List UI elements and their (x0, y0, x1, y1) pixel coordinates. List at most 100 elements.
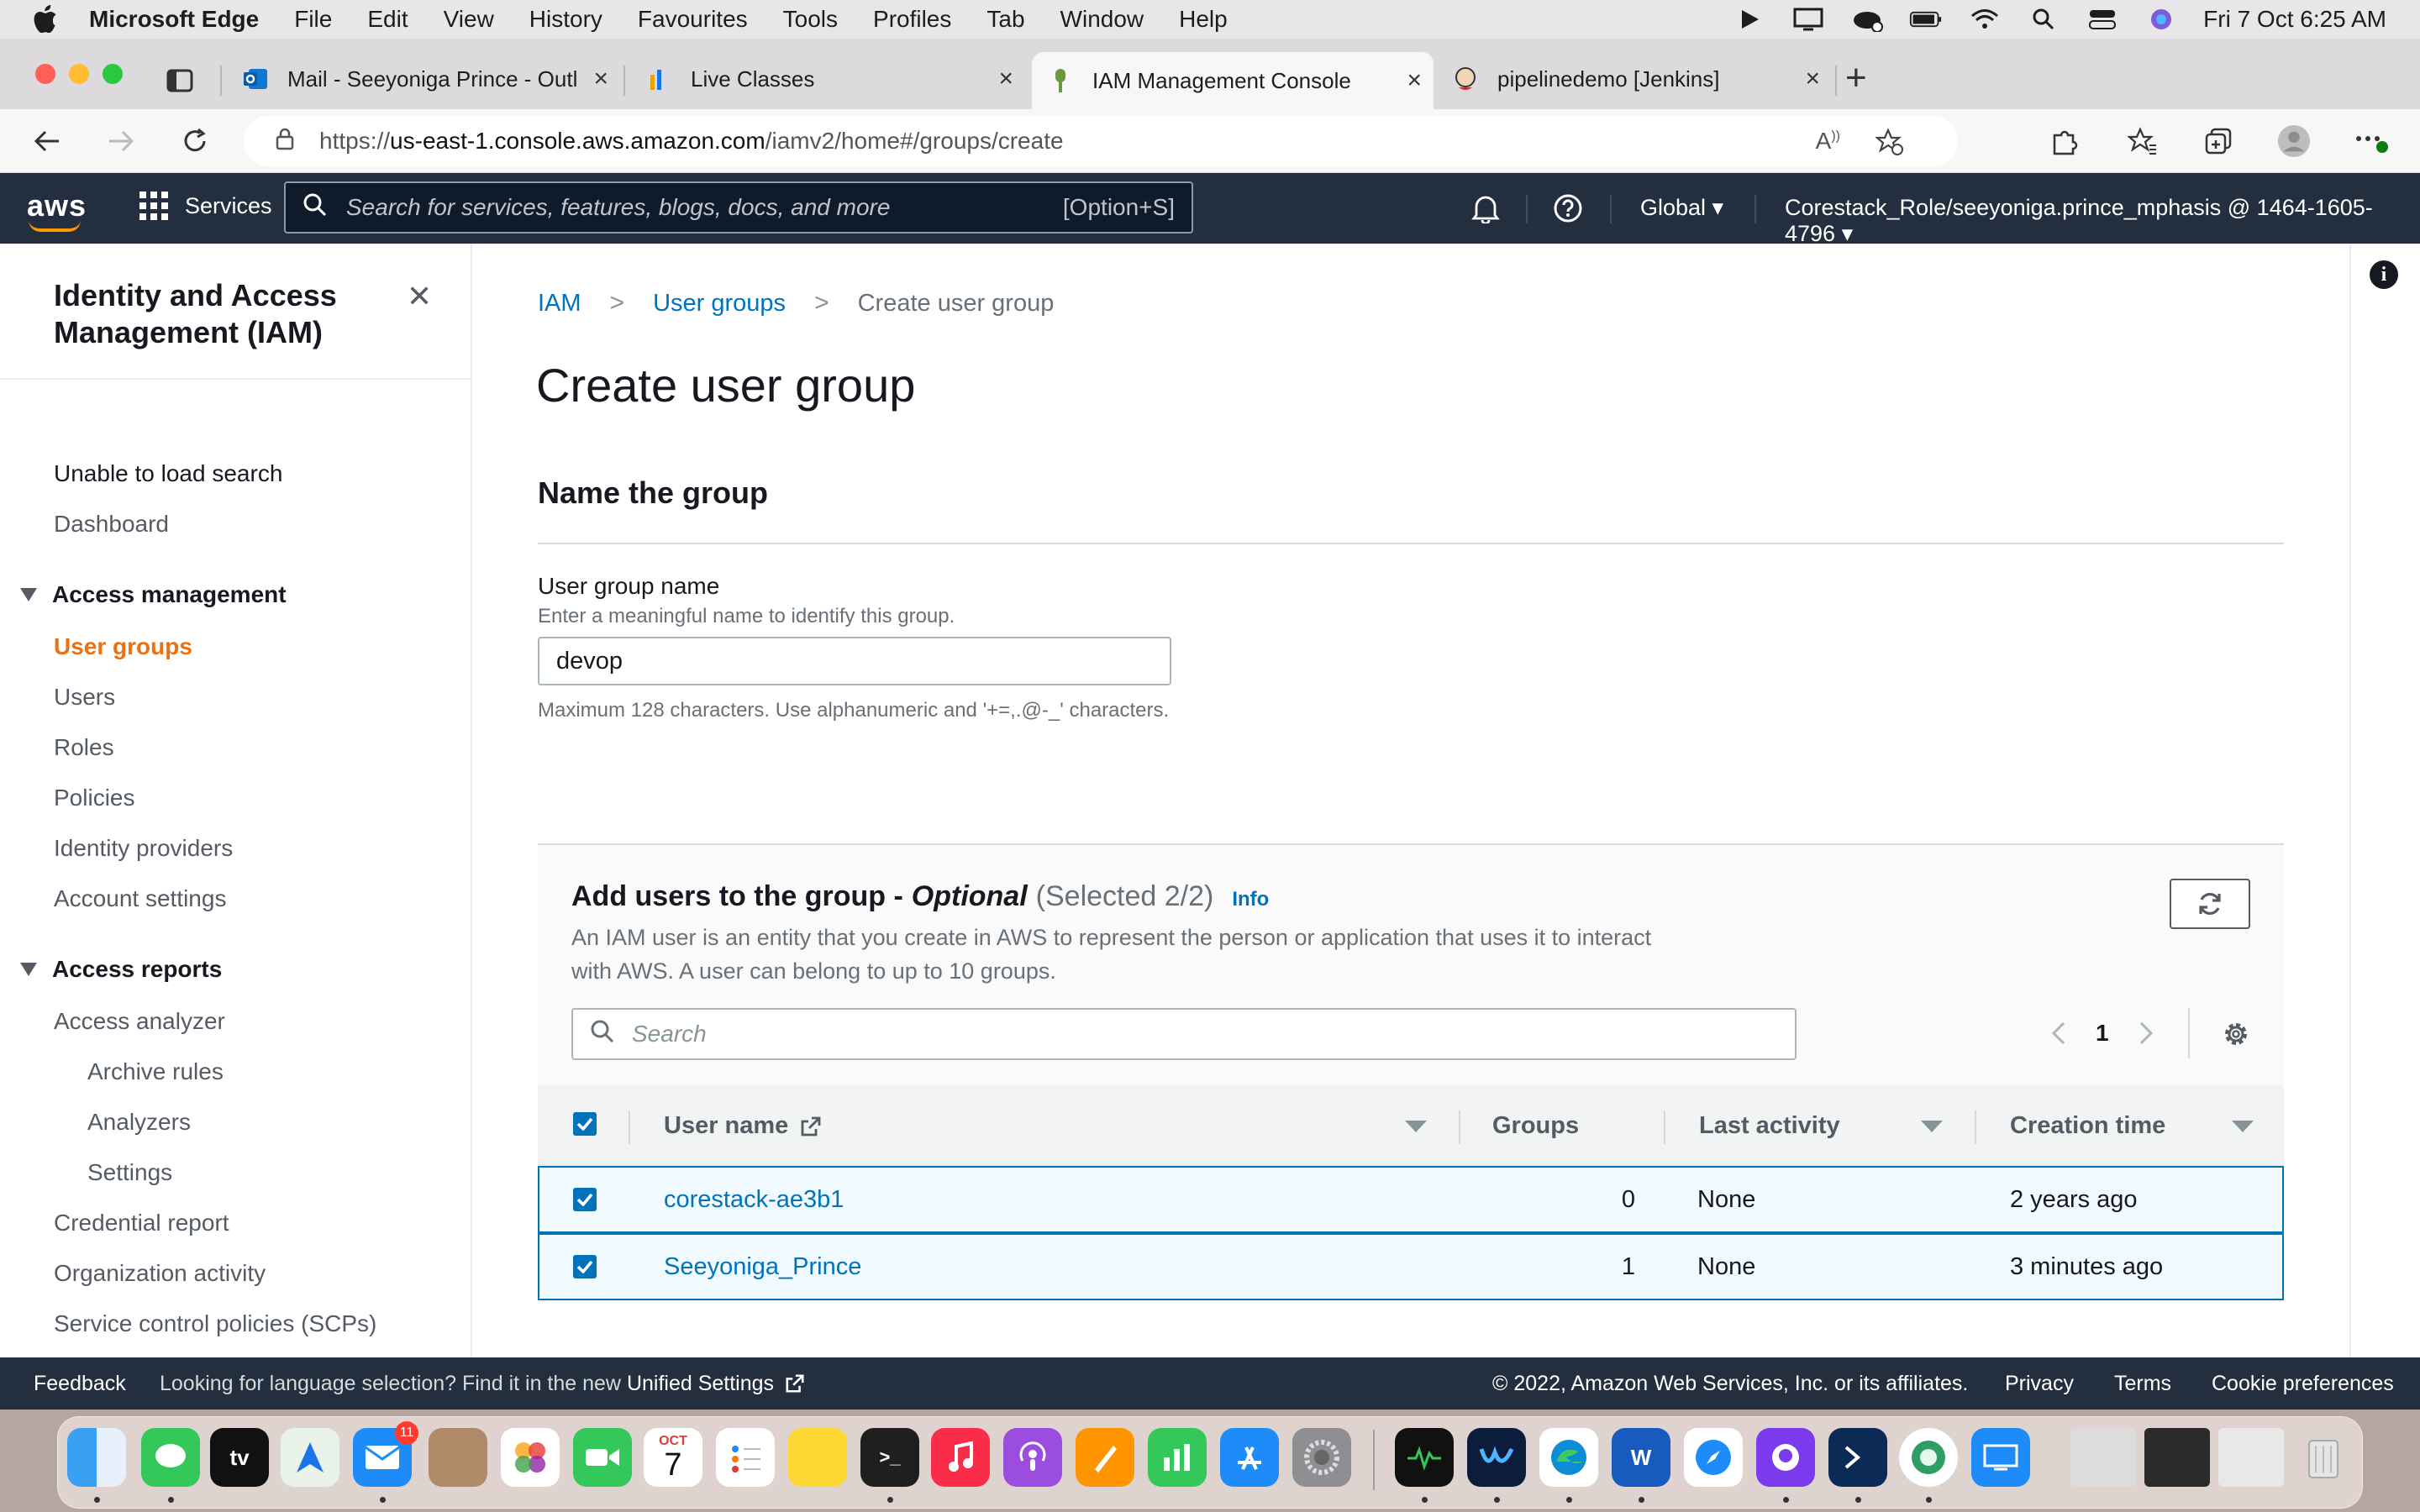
add-favourite-icon[interactable] (1875, 128, 1904, 162)
select-all-checkbox[interactable] (573, 1112, 597, 1136)
numbers-icon[interactable] (1148, 1428, 1207, 1487)
close-tab-icon[interactable]: × (998, 65, 1013, 93)
sidebar-item-organization-activity[interactable]: Organization activity (54, 1260, 266, 1287)
settings-more-icon[interactable] (2354, 124, 2388, 158)
reload-icon[interactable] (178, 124, 212, 158)
window-close-button[interactable] (35, 64, 55, 84)
privacy-link[interactable]: Privacy (2005, 1372, 2074, 1396)
sidebar-item-archive-rules[interactable]: Archive rules (87, 1058, 224, 1085)
safari-icon[interactable] (1684, 1428, 1743, 1487)
sort-down-icon[interactable] (1405, 1121, 1427, 1132)
clock[interactable]: Fri 7 Oct 6:25 AM (2203, 6, 2386, 33)
facetime-icon[interactable] (573, 1428, 632, 1487)
sidebar-item-roles[interactable]: Roles (54, 734, 114, 761)
music-icon[interactable] (931, 1428, 990, 1487)
tab-jenkins[interactable]: pipelinedemo [Jenkins] × (1437, 52, 1832, 106)
messages-icon[interactable] (141, 1428, 200, 1487)
menu-view[interactable]: View (444, 6, 494, 33)
table-row[interactable]: corestack-ae3b1 0 None 2 years ago (538, 1166, 2284, 1233)
services-menu[interactable]: Services (139, 192, 272, 220)
sidebar-section-access-management[interactable]: Access management (20, 581, 287, 608)
sidebar-item-policies[interactable]: Policies (54, 785, 134, 811)
apple-icon[interactable] (32, 5, 59, 34)
spotlight-icon[interactable] (2027, 7, 2060, 32)
sidebar-toggle-icon[interactable] (166, 69, 193, 97)
sidebar-item-settings[interactable]: Settings (87, 1159, 172, 1186)
pages-icon[interactable] (1076, 1428, 1134, 1487)
page-number[interactable]: 1 (2096, 1020, 2109, 1047)
column-user-name[interactable]: User name (664, 1112, 822, 1140)
sort-down-icon[interactable] (1921, 1121, 1943, 1132)
tab-iam-console[interactable]: IAM Management Console × (1032, 52, 1434, 109)
finder-icon[interactable] (67, 1428, 126, 1487)
menu-help[interactable]: Help (1179, 6, 1228, 33)
menu-profiles[interactable]: Profiles (873, 6, 951, 33)
group-name-input[interactable]: devop (538, 637, 1171, 685)
play-icon[interactable] (1733, 7, 1766, 32)
sidebar-section-access-reports[interactable]: Access reports (20, 956, 222, 983)
window-thumbnail[interactable] (2144, 1428, 2210, 1487)
battery-icon[interactable] (1909, 7, 1943, 32)
system-preferences-icon[interactable] (1292, 1428, 1351, 1487)
terminal-icon[interactable]: >_ (860, 1428, 919, 1487)
window-thumbnail[interactable] (2070, 1428, 2136, 1487)
apple-tv-icon[interactable]: tv (210, 1428, 269, 1487)
cloud-icon[interactable] (1850, 7, 1884, 32)
notes-icon[interactable] (788, 1428, 847, 1487)
read-aloud-icon[interactable]: A)) (1816, 128, 1840, 155)
activity-monitor-icon[interactable] (1395, 1428, 1454, 1487)
sidebar-item-scps[interactable]: Service control policies (SCPs) (54, 1310, 376, 1337)
close-sidebar-icon[interactable]: ✕ (407, 279, 432, 314)
favourites-icon[interactable] (2126, 124, 2160, 158)
info-link[interactable]: Info (1232, 888, 1269, 911)
help-icon[interactable] (1551, 192, 1585, 225)
menu-edit[interactable]: Edit (367, 6, 408, 33)
breadcrumb-iam[interactable]: IAM (538, 290, 581, 318)
column-last-activity[interactable]: Last activity (1699, 1112, 1840, 1140)
user-name-link[interactable]: Seeyoniga_Prince (664, 1253, 861, 1281)
tab-mail[interactable]: Mail - Seeyoniga Prince - Outl × (227, 52, 620, 106)
row-checkbox[interactable] (573, 1188, 597, 1211)
window-thumbnail[interactable] (2218, 1428, 2284, 1487)
wifi-icon[interactable] (1968, 7, 2002, 32)
sidebar-item-account-settings[interactable]: Account settings (54, 885, 226, 912)
window-zoom-button[interactable] (103, 64, 123, 84)
webex-icon[interactable] (1467, 1428, 1526, 1487)
display-icon[interactable] (1791, 7, 1825, 32)
reminders-icon[interactable] (716, 1428, 775, 1487)
menu-tools[interactable]: Tools (783, 6, 838, 33)
edge-icon[interactable] (1539, 1428, 1598, 1487)
column-creation-time[interactable]: Creation time (2010, 1112, 2165, 1140)
github-desktop-icon[interactable] (1756, 1428, 1815, 1487)
word-icon[interactable]: W (1612, 1428, 1670, 1487)
sort-down-icon[interactable] (2232, 1121, 2254, 1132)
terms-link[interactable]: Terms (2114, 1372, 2171, 1396)
url-bar[interactable]: https://us-east-1.console.aws.amazon.com… (244, 116, 1958, 166)
app-store-icon[interactable] (1220, 1428, 1279, 1487)
sidebar-item-users[interactable]: Users (54, 684, 115, 711)
collections-icon[interactable] (2202, 124, 2235, 158)
control-center-icon[interactable] (2086, 7, 2119, 32)
lock-icon[interactable] (276, 127, 294, 156)
sidebar-item-credential-report[interactable]: Credential report (54, 1210, 229, 1236)
region-selector[interactable]: Global ▾ (1640, 195, 1723, 221)
calendar-icon[interactable]: OCT 7 (644, 1428, 702, 1487)
tab-live-classes[interactable]: Live Classes × (630, 52, 1025, 106)
maps-icon[interactable] (281, 1428, 339, 1487)
new-tab-icon[interactable]: + (1845, 57, 1867, 99)
siri-icon[interactable] (2144, 7, 2178, 32)
screen-sharing-icon[interactable] (1971, 1428, 2030, 1487)
account-menu[interactable]: Corestack_Role/seeyoniga.prince_mphasis … (1785, 195, 2420, 247)
app-menu[interactable]: Microsoft Edge (89, 6, 259, 33)
sidebar-item-analyzers[interactable]: Analyzers (87, 1109, 191, 1136)
aws-search-input[interactable]: Search for services, features, blogs, do… (284, 181, 1193, 234)
refresh-button[interactable] (2170, 879, 2250, 929)
forward-icon[interactable] (104, 124, 138, 158)
sidebar-item-access-analyzer[interactable]: Access analyzer (54, 1008, 225, 1035)
menu-window[interactable]: Window (1060, 6, 1144, 33)
gear-icon[interactable] (2217, 1015, 2255, 1053)
menu-favourites[interactable]: Favourites (638, 6, 748, 33)
menu-file[interactable]: File (294, 6, 332, 33)
row-checkbox[interactable] (573, 1255, 597, 1278)
close-tab-icon[interactable]: × (1407, 66, 1422, 95)
